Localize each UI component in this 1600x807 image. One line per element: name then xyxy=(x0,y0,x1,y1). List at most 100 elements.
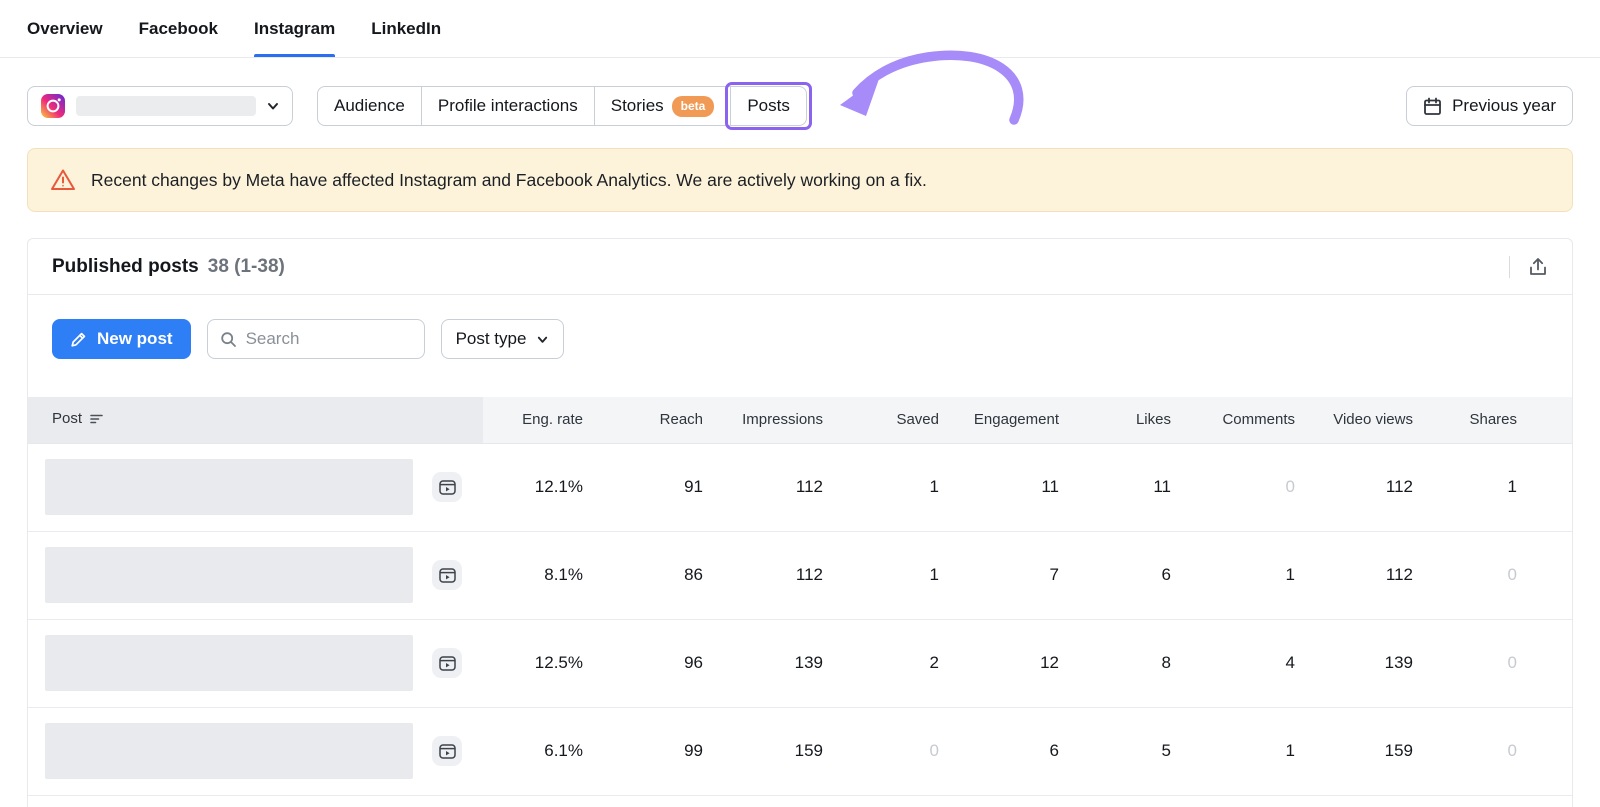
top-nav: Overview Facebook Instagram LinkedIn xyxy=(0,0,1600,58)
cell-video-views: 112 xyxy=(1323,443,1441,532)
tab-overview[interactable]: Overview xyxy=(27,0,103,57)
video-post-icon xyxy=(432,648,462,678)
export-button[interactable] xyxy=(1528,257,1548,277)
view-tab-profile-interactions[interactable]: Profile interactions xyxy=(420,87,594,125)
cell-engagement: 11 xyxy=(967,443,1087,532)
cell-comments: 0 xyxy=(1199,443,1323,532)
search-icon xyxy=(220,331,237,348)
table-row[interactable]: 8.1% 86 112 1 7 6 1 112 0 xyxy=(28,531,1572,620)
cell-video-views: 159 xyxy=(1323,707,1441,796)
account-selector[interactable] xyxy=(27,86,293,126)
cell-likes: 5 xyxy=(1087,707,1199,796)
new-post-button[interactable]: New post xyxy=(52,319,191,359)
controls-row: Audience Profile interactions Stories be… xyxy=(0,82,1600,130)
col-impressions[interactable]: Impressions xyxy=(731,397,851,444)
card-title: Published posts xyxy=(52,255,199,277)
search-input[interactable] xyxy=(245,329,412,349)
col-eng-rate[interactable]: Eng. rate xyxy=(483,397,611,444)
new-post-label: New post xyxy=(97,329,173,348)
cell-engagement: 12 xyxy=(967,619,1087,708)
view-tab-posts-label: Posts xyxy=(747,96,790,115)
card-header: Published posts 38 (1-38) xyxy=(28,239,1572,295)
col-comments[interactable]: Comments xyxy=(1199,397,1323,444)
view-tab-stories-label: Stories xyxy=(610,96,664,115)
view-tab-posts[interactable]: Posts xyxy=(725,82,812,130)
instagram-icon xyxy=(40,93,66,119)
instagram-view-tabs: Audience Profile interactions Stories be… xyxy=(317,82,812,130)
cell-saved: 0 xyxy=(851,707,967,796)
cell-video-views: 139 xyxy=(1323,619,1441,708)
cell-shares: 0 xyxy=(1441,531,1572,620)
card-count: 38 (1-38) xyxy=(207,255,285,277)
post-thumbnail-redacted[interactable] xyxy=(45,635,413,691)
chevron-down-icon xyxy=(266,99,280,113)
posts-toolbar: New post Post type xyxy=(28,295,1572,397)
cell-shares: 0 xyxy=(1441,707,1572,796)
cell-reach: 96 xyxy=(611,619,731,708)
beta-badge: beta xyxy=(671,95,715,117)
calendar-icon xyxy=(1423,97,1442,116)
cell-shares: 0 xyxy=(1441,619,1572,708)
col-reach[interactable]: Reach xyxy=(611,397,731,444)
published-posts-card: Published posts 38 (1-38) New post Searc… xyxy=(27,238,1573,807)
col-shares[interactable]: Shares xyxy=(1441,397,1572,444)
col-likes[interactable]: Likes xyxy=(1087,397,1199,444)
pencil-icon xyxy=(70,331,87,348)
warning-triangle-icon xyxy=(50,167,76,193)
meta-warning-banner: Recent changes by Meta have affected Ins… xyxy=(27,148,1573,212)
cell-impressions: 112 xyxy=(731,443,851,532)
view-tab-stories[interactable]: Stories beta xyxy=(593,87,731,125)
cell-eng-rate: 6.1% xyxy=(483,707,611,796)
cell-impressions: 159 xyxy=(731,707,851,796)
cell-saved: 2 xyxy=(851,619,967,708)
table-row[interactable]: 12.5% 96 139 2 12 8 4 139 0 xyxy=(28,619,1572,708)
view-tab-audience[interactable]: Audience xyxy=(318,87,421,125)
view-tab-audience-label: Audience xyxy=(334,96,405,115)
cell-likes: 11 xyxy=(1087,443,1199,532)
cell-video-views: 112 xyxy=(1323,531,1441,620)
cell-likes: 6 xyxy=(1087,531,1199,620)
warning-text: Recent changes by Meta have affected Ins… xyxy=(91,169,927,190)
chevron-down-icon xyxy=(536,333,549,346)
post-type-label: Post type xyxy=(455,329,527,348)
col-video-views[interactable]: Video views xyxy=(1323,397,1441,444)
export-icon xyxy=(1528,257,1548,277)
cell-saved: 1 xyxy=(851,531,967,620)
table-row[interactable]: 12.1% 91 112 1 11 11 0 112 1 xyxy=(28,443,1572,532)
cell-impressions: 112 xyxy=(731,531,851,620)
post-thumbnail-redacted[interactable] xyxy=(45,547,413,603)
cell-shares: 1 xyxy=(1441,443,1572,532)
col-engagement[interactable]: Engagement xyxy=(967,397,1087,444)
video-post-icon xyxy=(432,560,462,590)
cell-eng-rate: 12.5% xyxy=(483,619,611,708)
previous-year-button[interactable]: Previous year xyxy=(1406,86,1573,126)
table-row[interactable]: 6.1% 99 159 0 6 5 1 159 0 xyxy=(28,707,1572,796)
tab-facebook[interactable]: Facebook xyxy=(139,0,218,57)
cell-comments: 4 xyxy=(1199,619,1323,708)
cell-comments: 1 xyxy=(1199,707,1323,796)
cell-eng-rate: 12.1% xyxy=(483,443,611,532)
cell-reach: 99 xyxy=(611,707,731,796)
cell-saved: 1 xyxy=(851,443,967,532)
video-post-icon xyxy=(432,472,462,502)
posts-table: Post Eng. rate Reach Impressions Saved E… xyxy=(28,397,1572,796)
tab-linkedin[interactable]: LinkedIn xyxy=(371,0,441,57)
cell-comments: 1 xyxy=(1199,531,1323,620)
cell-impressions: 139 xyxy=(731,619,851,708)
tab-instagram[interactable]: Instagram xyxy=(253,0,336,57)
cell-eng-rate: 8.1% xyxy=(483,531,611,620)
account-name-redacted xyxy=(76,96,256,116)
post-type-dropdown[interactable]: Post type xyxy=(440,319,565,359)
cell-reach: 86 xyxy=(611,531,731,620)
table-header-row: Post Eng. rate Reach Impressions Saved E… xyxy=(28,397,1572,444)
cell-engagement: 7 xyxy=(967,531,1087,620)
post-thumbnail-redacted[interactable] xyxy=(45,459,413,515)
video-post-icon xyxy=(432,736,462,766)
cell-reach: 91 xyxy=(611,443,731,532)
sort-icon xyxy=(90,412,104,429)
col-post-label: Post xyxy=(52,410,83,428)
col-saved[interactable]: Saved xyxy=(851,397,967,444)
col-post[interactable]: Post xyxy=(28,397,483,444)
cell-likes: 8 xyxy=(1087,619,1199,708)
post-thumbnail-redacted[interactable] xyxy=(45,723,413,779)
